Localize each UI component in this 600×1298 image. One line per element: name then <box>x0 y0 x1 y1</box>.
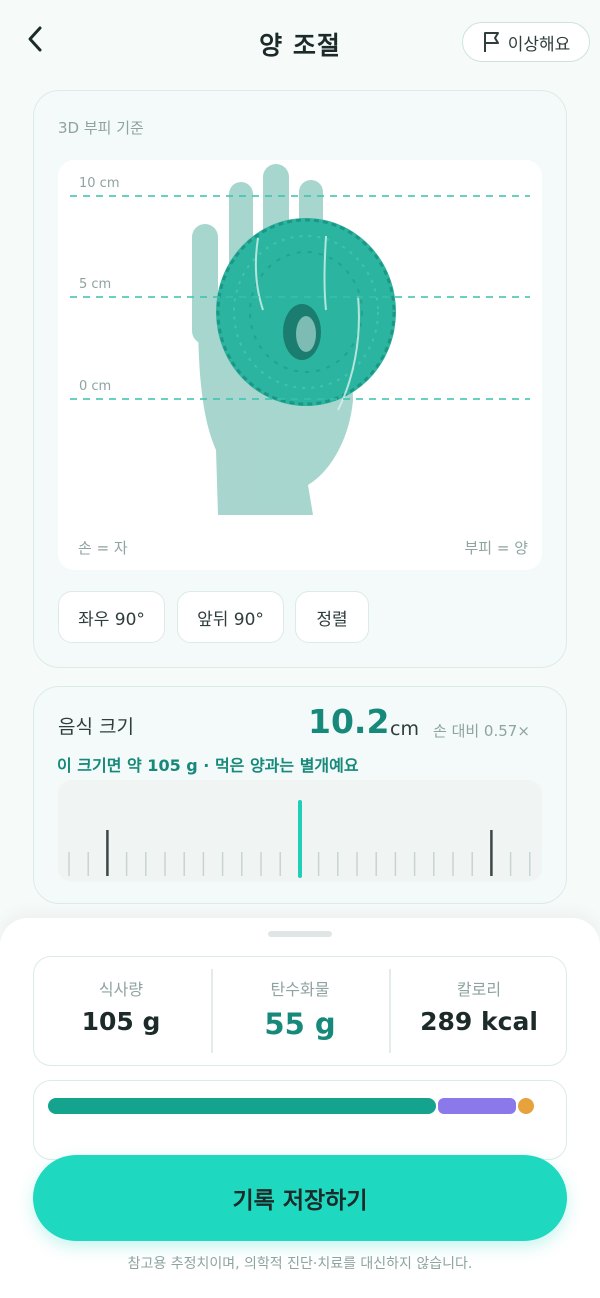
save-record-button[interactable]: 기록 저장하기 <box>33 1155 567 1241</box>
rotate-horizontal-button[interactable]: 좌우 90° <box>58 591 165 643</box>
macro-bar-card <box>33 1080 567 1160</box>
legend-hand: 손 = 자 <box>78 539 128 557</box>
hand-ratio: 손 대비 0.57× <box>433 722 530 740</box>
fat-segment <box>518 1098 534 1114</box>
align-button[interactable]: 정렬 <box>295 591 369 643</box>
rotate-vertical-button[interactable]: 앞뒤 90° <box>177 591 284 643</box>
food-size-value: 10.2 <box>308 702 390 741</box>
size-hint: 이 크기면 약 105 g · 먹은 양과는 별개예요 <box>57 756 359 775</box>
calories-value: 289 kcal <box>420 1007 538 1036</box>
carb-segment <box>48 1098 436 1114</box>
meal-amount-label: 식사량 <box>98 980 144 999</box>
protein-segment <box>438 1098 516 1114</box>
grid-label-5cm: 5 cm <box>79 277 112 292</box>
flag-icon <box>483 32 499 52</box>
size-ruler-slider[interactable] <box>58 780 542 882</box>
carbs-value: 55 g <box>264 1007 336 1041</box>
basis-label: 3D 부피 기준 <box>58 119 144 137</box>
food-size-unit: cm <box>390 718 419 740</box>
stat-divider <box>389 969 391 1053</box>
legend-volume: 부피 = 양 <box>464 539 528 557</box>
carbs-label: 탄수화물 <box>270 980 330 999</box>
food-size-label: 음식 크기 <box>58 716 134 738</box>
report-issue-button[interactable]: 이상해요 <box>462 22 590 62</box>
hand-food-illustration <box>70 164 530 515</box>
meal-amount-value: 105 g <box>81 1007 161 1036</box>
disclaimer: 참고용 추정치이며, 의학적 진단·치료를 대신하지 않습니다. <box>127 1256 473 1272</box>
report-issue-label: 이상해요 <box>507 34 571 55</box>
stat-divider <box>211 969 213 1053</box>
calories-label: 칼로리 <box>456 980 502 999</box>
3d-viewer[interactable]: 10 cm 5 cm 0 cm 손 = 자 부피 = 양 <box>58 160 542 570</box>
grid-label-0cm: 0 cm <box>79 379 112 394</box>
sheet-handle[interactable] <box>268 931 332 937</box>
ruler-ticks <box>68 800 531 878</box>
grid-label-10cm: 10 cm <box>79 176 120 191</box>
